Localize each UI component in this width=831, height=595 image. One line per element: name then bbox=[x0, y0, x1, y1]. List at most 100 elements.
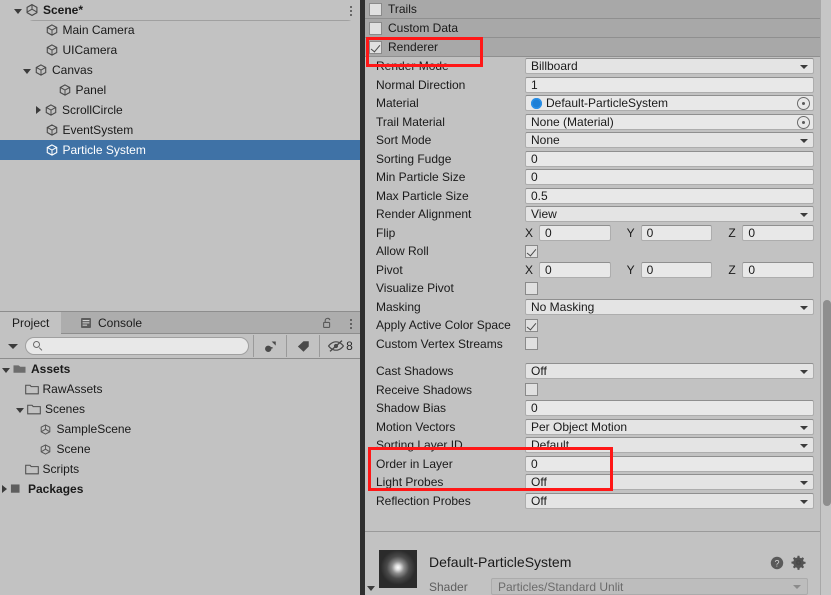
trail-material-object-field[interactable]: None (Material) bbox=[525, 113, 814, 130]
property-row-sort-mode: Sort Mode None bbox=[365, 131, 820, 150]
pivot-y-input[interactable]: 0 bbox=[640, 261, 713, 278]
checkbox-custom-data[interactable] bbox=[369, 21, 382, 35]
flip-y-value: 0 bbox=[646, 225, 654, 240]
tab-console[interactable]: Console bbox=[68, 312, 154, 334]
checkbox-renderer[interactable] bbox=[369, 40, 382, 54]
gear-icon[interactable] bbox=[791, 555, 806, 570]
hierarchy-item-panel[interactable]: Panel bbox=[0, 80, 360, 100]
pivot-x-value: 0 bbox=[545, 262, 552, 277]
lock-open-icon[interactable] bbox=[322, 317, 334, 329]
flip-y-input[interactable]: 0 bbox=[640, 224, 713, 241]
sorting-fudge-input[interactable]: 0 bbox=[525, 150, 814, 167]
project-item-samplescene[interactable]: SampleScene bbox=[0, 419, 360, 439]
render-alignment-dropdown[interactable]: View bbox=[525, 206, 814, 223]
project-item-scene[interactable]: Scene bbox=[0, 439, 360, 459]
flip-x-value: 0 bbox=[545, 225, 552, 240]
inspector-scrollbar[interactable] bbox=[820, 0, 831, 595]
inspector-scrollbar-thumb[interactable] bbox=[823, 300, 831, 506]
cast-shadows-dropdown[interactable]: Off bbox=[525, 363, 814, 380]
property-row-allow-roll: Allow Roll bbox=[365, 242, 820, 261]
project-item-label: SampleScene bbox=[56, 422, 132, 436]
assets-folder-icon bbox=[13, 363, 27, 375]
chevron-down-icon[interactable] bbox=[8, 344, 18, 349]
kebab-menu-icon[interactable] bbox=[350, 317, 352, 331]
hidden-items-toggle[interactable]: 8 bbox=[319, 335, 360, 357]
asset-type-filter-button[interactable] bbox=[253, 335, 286, 357]
module-row-custom-data[interactable]: Custom Data bbox=[365, 19, 820, 38]
material-preview-thumbnail bbox=[379, 550, 417, 588]
chevron-right-icon[interactable] bbox=[36, 106, 41, 114]
project-tab-bar: Project Console bbox=[0, 312, 360, 334]
flip-x-input[interactable]: 0 bbox=[539, 224, 611, 241]
label-filter-button[interactable] bbox=[286, 335, 319, 357]
property-label-cast-shadows: Cast Shadows bbox=[376, 364, 454, 379]
light-probes-dropdown[interactable]: Off bbox=[525, 474, 814, 491]
hierarchy-item-uicamera[interactable]: UICamera bbox=[0, 40, 360, 60]
help-icon[interactable]: ? bbox=[770, 556, 784, 570]
chevron-down-icon[interactable] bbox=[367, 586, 375, 591]
gameobject-cube-icon bbox=[45, 43, 59, 57]
checkbox-visualize-pivot[interactable] bbox=[525, 281, 538, 295]
sorting-layer-id-dropdown[interactable]: Default bbox=[525, 437, 814, 454]
property-row-cast-shadows: Cast Shadows Off bbox=[365, 362, 820, 381]
project-item-assets[interactable]: Assets bbox=[0, 359, 360, 379]
max-particle-size-input[interactable]: 0.5 bbox=[525, 187, 814, 204]
property-row-min-particle-size: Min Particle Size 0 bbox=[365, 168, 820, 187]
property-row-shadow-bias: Shadow Bias 0 bbox=[365, 399, 820, 418]
masking-dropdown[interactable]: No Masking bbox=[525, 298, 814, 315]
chevron-down-icon[interactable] bbox=[16, 407, 24, 413]
reflection-probes-dropdown[interactable]: Off bbox=[525, 492, 814, 509]
pivot-z-input[interactable]: 0 bbox=[742, 261, 815, 278]
folder-icon bbox=[24, 463, 39, 475]
motion-vectors-dropdown[interactable]: Per Object Motion bbox=[525, 418, 814, 435]
checkbox-receive-shadows[interactable] bbox=[525, 383, 538, 397]
hierarchy-item-label: Canvas bbox=[52, 63, 93, 77]
normal-direction-input[interactable]: 1 bbox=[525, 76, 814, 93]
hierarchy-item-particle-system[interactable]: Particle System bbox=[0, 140, 360, 160]
chevron-down-icon[interactable] bbox=[2, 367, 10, 373]
pivot-x-input[interactable]: 0 bbox=[539, 261, 611, 278]
object-picker-icon[interactable] bbox=[797, 115, 810, 129]
shadow-bias-input[interactable]: 0 bbox=[525, 400, 814, 417]
render-mode-dropdown[interactable]: Billboard bbox=[525, 58, 814, 75]
material-object-field[interactable]: Default-ParticleSystem bbox=[525, 95, 814, 112]
flip-z-input[interactable]: 0 bbox=[742, 224, 815, 241]
checkbox-trails[interactable] bbox=[369, 2, 382, 16]
chevron-down-icon[interactable] bbox=[23, 68, 31, 74]
hierarchy-item-canvas[interactable]: Canvas bbox=[0, 60, 360, 80]
hierarchy-item-eventsystem[interactable]: EventSystem bbox=[0, 120, 360, 140]
checkbox-allow-roll[interactable] bbox=[525, 244, 538, 258]
pivot-z-value: 0 bbox=[748, 262, 756, 277]
project-item-scenes[interactable]: Scenes bbox=[0, 399, 360, 419]
project-item-scripts[interactable]: Scripts bbox=[0, 459, 360, 479]
masking-value: No Masking bbox=[531, 299, 595, 314]
property-row-render-mode: Render Mode Billboard bbox=[365, 57, 820, 76]
module-row-renderer[interactable]: Renderer bbox=[365, 38, 820, 57]
project-item-packages[interactable]: Packages bbox=[0, 479, 360, 499]
axis-label-y: Y bbox=[626, 225, 635, 240]
property-label-order-in-layer: Order in Layer bbox=[376, 456, 453, 471]
chevron-right-icon[interactable] bbox=[2, 485, 7, 493]
object-picker-icon[interactable] bbox=[797, 97, 810, 111]
checkbox-custom-vertex-streams[interactable] bbox=[525, 337, 538, 351]
hierarchy-item-scrollcircle[interactable]: ScrollCircle bbox=[0, 100, 360, 120]
order-in-layer-input[interactable]: 0 bbox=[525, 455, 814, 472]
field-wrap-light-probes: Off bbox=[525, 473, 820, 492]
tab-project[interactable]: Project bbox=[0, 312, 62, 334]
shader-popup[interactable]: Particles/Standard Unlit bbox=[491, 578, 808, 595]
sort-mode-dropdown[interactable]: None bbox=[525, 132, 814, 149]
checkbox-apply-active-color-space[interactable] bbox=[525, 318, 538, 332]
chevron-down-icon bbox=[800, 139, 808, 144]
min-particle-size-input[interactable]: 0 bbox=[525, 169, 814, 186]
field-wrap-sorting-layer-id: Default bbox=[525, 436, 820, 455]
project-item-rawassets[interactable]: RawAssets bbox=[0, 379, 360, 399]
hierarchy-scene-root[interactable]: Scene* bbox=[0, 0, 360, 20]
project-search-input[interactable] bbox=[25, 337, 249, 355]
module-row-trails[interactable]: Trails bbox=[365, 0, 820, 19]
kebab-menu-icon[interactable] bbox=[350, 4, 352, 18]
packages-icon bbox=[10, 483, 24, 495]
cast-shadows-value: Off bbox=[531, 364, 547, 379]
hierarchy-item-label: Panel bbox=[75, 83, 107, 97]
chevron-down-icon[interactable] bbox=[14, 8, 22, 14]
hierarchy-item-main-camera[interactable]: Main Camera bbox=[0, 20, 360, 40]
